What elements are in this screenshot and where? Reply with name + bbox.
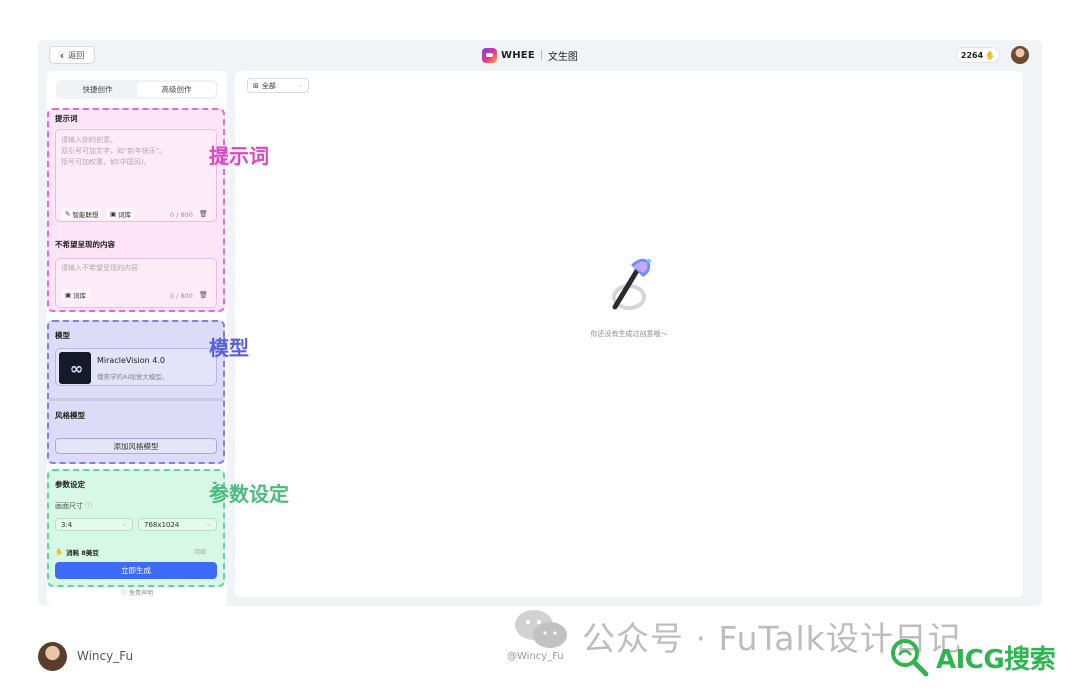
model-description: 懂美学的AI视觉大模型。 xyxy=(97,373,169,381)
prompt-input[interactable]: 请输入你的创意。 双引号可加文字，如“新年快乐”。 括号可加权重，如(中国风)。… xyxy=(55,129,217,222)
info-icon[interactable]: ⓘ xyxy=(85,502,92,510)
ratio-value: 3:4 xyxy=(61,520,73,529)
left-panel: 快捷创作 高级创作 提示词 请输入你的创意。 双引号可加文字，如“新年快乐”。 … xyxy=(47,71,227,606)
model-title: 模型 xyxy=(55,331,70,340)
filter-select[interactable]: ⊞ 全部 ⌵ xyxy=(247,78,309,93)
ratio-select[interactable]: 3:4 ⌵ xyxy=(55,518,133,531)
disclaimer-label: 免责声明 xyxy=(128,590,153,597)
empty-brush-icon xyxy=(612,258,651,310)
annotation-prompt: 提示词 xyxy=(209,144,269,168)
infinity-icon: ∞ xyxy=(69,358,83,378)
disclaimer-link[interactable]: ⓘ 免责声明 xyxy=(47,588,227,597)
size-label: 画面尺寸 ⓘ xyxy=(55,501,92,511)
model-card[interactable]: ∞ MiracleVision 4.0 懂美学的AI视觉大模型。 xyxy=(55,348,217,386)
add-style-model-button[interactable]: 添加风格模型 xyxy=(55,438,217,454)
prompt-placeholder-line: 请输入你的创意。 xyxy=(61,136,117,144)
app-window: ‹ 返回 WHEE 文生图 2264 ✋ 快捷创作 高级创作 提示词 请输入你的… xyxy=(38,40,1042,606)
hand-bean-icon: ✋ xyxy=(55,548,64,556)
grid-icon: ⊞ xyxy=(253,81,259,90)
author-avatar xyxy=(38,642,67,671)
wechat-icon xyxy=(515,610,567,648)
smart-suggest-label: 智能联想 xyxy=(72,211,99,219)
annotation-params: 参数设定 xyxy=(209,482,289,506)
tab-advanced-create[interactable]: 高级创作 xyxy=(137,82,216,97)
size-label-text: 画面尺寸 xyxy=(55,502,83,510)
info-icon: ⓘ xyxy=(121,590,128,597)
chevron-down-icon: ⌵ xyxy=(122,520,127,528)
negative-library-button[interactable]: ▣ 词库 xyxy=(61,289,91,301)
prompt-library-button[interactable]: ▣ 词库 xyxy=(106,208,136,220)
brand-divider xyxy=(540,50,542,60)
chevron-down-icon: ⌵ xyxy=(206,520,211,528)
params-title: 参数设定 xyxy=(55,480,85,489)
top-bar: ‹ 返回 WHEE 文生图 2264 ✋ xyxy=(38,40,1042,70)
hand-bean-icon: ✋ xyxy=(985,50,996,60)
trash-icon[interactable]: 🗑 xyxy=(199,210,208,218)
negative-prompt-title: 不希望呈现的内容 xyxy=(55,240,115,249)
model-section: 模型 ∞ MiracleVision 4.0 懂美学的AI视觉大模型。 风格模型… xyxy=(47,320,225,464)
chevron-down-icon: ⌵ xyxy=(298,81,303,89)
back-button[interactable]: ‹ 返回 xyxy=(49,46,95,64)
beans-count: 2264 xyxy=(960,50,984,60)
trash-icon[interactable]: 🗑 xyxy=(199,291,208,299)
cost-detail-link[interactable]: 明细 xyxy=(194,547,206,556)
tab-quick-create[interactable]: 快捷创作 xyxy=(58,82,137,97)
cost-label: 消耗 8美豆 xyxy=(66,549,99,557)
book-icon: ▣ xyxy=(65,291,72,299)
brand-name: WHEE xyxy=(501,49,535,61)
author-handle: @Wincy_Fu xyxy=(507,651,564,662)
results-panel: ⊞ 全部 ⌵ 你还没有生成过创意哦～ xyxy=(235,71,1023,597)
page-title: 文生图 xyxy=(547,51,578,63)
style-model-title: 风格模型 xyxy=(55,411,85,420)
negative-counter: 0 / 800 xyxy=(170,292,193,300)
author-name: Wincy_Fu xyxy=(77,649,134,663)
negative-prompt-input[interactable]: 请输入不希望呈现的内容 ▣ 词库 0 / 800 🗑 xyxy=(55,258,217,308)
book-icon: ▣ xyxy=(110,210,117,218)
prompt-placeholder: 请输入你的创意。 双引号可加文字，如“新年快乐”。 括号可加权重，如(中国风)。 xyxy=(61,135,166,168)
whee-logo-icon xyxy=(482,47,497,63)
prompt-placeholder-line: 括号可加权重，如(中国风)。 xyxy=(61,158,151,166)
prompt-counter: 0 / 800 xyxy=(170,211,193,219)
magnifier-icon xyxy=(891,639,929,677)
user-avatar[interactable] xyxy=(1011,46,1029,64)
negative-prompt-placeholder: 请输入不希望呈现的内容 xyxy=(61,264,138,272)
prompt-placeholder-line: 双引号可加文字，如“新年快乐”。 xyxy=(61,147,167,155)
aicg-label: AICG搜索 xyxy=(936,644,1056,675)
prompt-title: 提示词 xyxy=(55,114,78,123)
resolution-select[interactable]: 768x1024 ⌵ xyxy=(138,518,217,531)
prompt-section: 提示词 请输入你的创意。 双引号可加文字，如“新年快乐”。 括号可加权重，如(中… xyxy=(47,108,225,312)
filter-label: 全部 xyxy=(261,81,276,90)
params-section: 参数设定 ⌄ 画面尺寸 ⓘ 3:4 ⌵ 768x1024 ⌵ ✋ 消耗 8美豆 … xyxy=(47,469,225,587)
annotation-model: 模型 xyxy=(209,336,249,360)
beans-balance[interactable]: 2264 ✋ xyxy=(956,47,1000,63)
magic-wand-icon: ✎ xyxy=(65,210,71,218)
cost-info: ✋ 消耗 8美豆 xyxy=(55,547,99,557)
brand: WHEE 文生图 xyxy=(482,47,578,63)
prompt-library-label: 词库 xyxy=(118,211,132,219)
smart-suggest-button[interactable]: ✎ 智能联想 xyxy=(61,208,103,220)
model-thumbnail: ∞ xyxy=(59,352,91,384)
resolution-value: 768x1024 xyxy=(144,520,180,529)
aicg-badge: AICG搜索 xyxy=(888,636,1056,678)
section-divider xyxy=(49,398,223,401)
generate-button[interactable]: 立即生成 xyxy=(55,562,217,579)
negative-library-label: 词库 xyxy=(73,292,87,300)
mode-tabs: 快捷创作 高级创作 xyxy=(56,80,218,99)
empty-state-text: 你还没有生成过创意哦～ xyxy=(590,330,668,338)
back-button-label: 返回 xyxy=(68,50,85,60)
model-name: MiracleVision 4.0 xyxy=(97,356,165,365)
chevron-left-icon: ‹ xyxy=(59,48,65,62)
